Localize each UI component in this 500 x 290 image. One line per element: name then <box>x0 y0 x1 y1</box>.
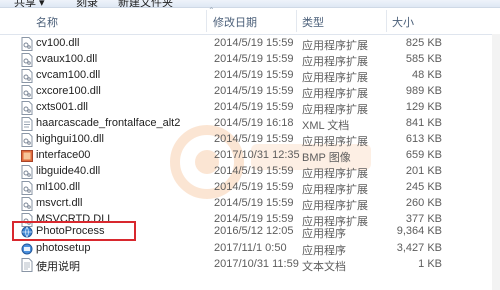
file-type: 文本文档 <box>302 261 346 273</box>
file-date: 2014/5/19 15:59 <box>214 133 294 145</box>
column-divider[interactable] <box>296 10 297 32</box>
file-date: 2014/5/19 15:59 <box>214 101 294 113</box>
file-name: photosetup <box>36 242 91 254</box>
column-divider[interactable] <box>386 10 387 32</box>
burn-button[interactable]: 刻录 <box>76 0 98 7</box>
highlight-box <box>12 221 136 241</box>
file-date: 2014/5/19 15:59 <box>214 197 294 209</box>
file-size: 260 KB <box>405 197 442 209</box>
column-divider[interactable] <box>206 10 207 32</box>
list-item[interactable]: 使用说明 2017/10/31 11:59 文本文档 1 KB <box>0 257 500 273</box>
file-name: interface00 <box>36 149 91 161</box>
file-type: 应用程序扩展 <box>302 104 368 116</box>
dll-file-icon <box>21 197 33 211</box>
dll-file-icon <box>21 37 33 51</box>
file-size: 613 KB <box>405 133 442 145</box>
file-date: 2014/5/19 15:59 <box>214 37 294 49</box>
file-size: 201 KB <box>405 165 442 177</box>
dll-file-icon <box>21 85 33 99</box>
file-type: BMP 图像 <box>302 152 351 164</box>
file-type: 应用程序 <box>302 245 346 257</box>
file-date: 2014/5/19 15:59 <box>214 165 294 177</box>
file-date: 2017/11/1 0:50 <box>214 242 287 254</box>
list-item[interactable]: haarcascade_frontalface_alt2 2014/5/19 1… <box>0 116 500 132</box>
file-size: 585 KB <box>405 53 442 65</box>
dll-file-icon <box>21 165 33 179</box>
file-date: 2017/10/31 11:59 <box>214 258 299 270</box>
file-name: 使用说明 <box>36 261 80 273</box>
file-date: 2014/5/19 15:59 <box>214 69 294 81</box>
list-item[interactable]: cxcore100.dll 2014/5/19 15:59 应用程序扩展 989… <box>0 84 500 100</box>
dll-file-icon <box>21 69 33 83</box>
column-size[interactable]: 大小 <box>392 14 414 30</box>
file-name: cv100.dll <box>36 37 80 49</box>
file-type: 应用程序扩展 <box>302 56 368 68</box>
file-type: 应用程序扩展 <box>302 168 368 180</box>
column-name[interactable]: 名称 <box>36 14 58 30</box>
column-header: ⌃ 名称 修改日期 类型 大小 <box>0 6 500 35</box>
list-item[interactable]: cvcam100.dll 2014/5/19 15:59 应用程序扩展 48 K… <box>0 68 500 84</box>
toolbar: 共享 ▾ 刻录 新建文件夹 <box>0 0 500 8</box>
bmp-image-icon <box>21 150 33 162</box>
list-item[interactable]: cxts001.dll 2014/5/19 15:59 应用程序扩展 129 K… <box>0 100 500 116</box>
list-item[interactable]: libguide40.dll 2014/5/19 15:59 应用程序扩展 20… <box>0 164 500 180</box>
file-name: highgui100.dll <box>36 133 104 145</box>
vertical-scrollbar[interactable] <box>492 34 500 290</box>
file-name: ml100.dll <box>36 181 81 193</box>
file-size: 48 KB <box>412 69 442 81</box>
dll-file-icon <box>21 133 33 147</box>
file-name: cxts001.dll <box>36 101 88 113</box>
text-file-icon <box>21 258 33 272</box>
list-item[interactable]: ml100.dll 2014/5/19 15:59 应用程序扩展 245 KB <box>0 180 500 196</box>
file-size: 129 KB <box>405 101 442 113</box>
file-name: haarcascade_frontalface_alt2 <box>36 117 181 129</box>
file-type: XML 文档 <box>302 120 350 132</box>
file-name: cvcam100.dll <box>36 69 101 81</box>
file-type: 应用程序扩展 <box>302 200 368 212</box>
dll-file-icon <box>21 101 33 115</box>
file-type: 应用程序扩展 <box>302 88 368 100</box>
file-date: 2014/5/19 15:59 <box>214 53 294 65</box>
file-date: 2014/5/19 16:18 <box>214 117 294 129</box>
setup-app-icon <box>21 243 33 255</box>
file-size: 245 KB <box>405 181 442 193</box>
file-name: cxcore100.dll <box>36 85 101 97</box>
list-item[interactable]: photosetup 2017/11/1 0:50 应用程序 3,427 KB <box>0 241 500 257</box>
file-name: cvaux100.dll <box>36 53 98 65</box>
dll-file-icon <box>21 53 33 67</box>
dll-file-icon <box>21 181 33 195</box>
file-name: msvcrt.dll <box>36 197 83 209</box>
file-date: 2017/10/31 12:35 <box>214 149 300 161</box>
file-name: libguide40.dll <box>36 165 101 177</box>
file-size: 3,427 KB <box>396 242 442 254</box>
file-size: 989 KB <box>405 85 442 97</box>
file-type: 应用程序扩展 <box>302 72 368 84</box>
column-date[interactable]: 修改日期 <box>213 14 257 30</box>
file-size: 841 KB <box>405 117 442 129</box>
list-item[interactable]: msvcrt.dll 2014/5/19 15:59 应用程序扩展 260 KB <box>0 196 500 212</box>
file-date: 2014/5/19 15:59 <box>214 181 294 193</box>
file-date: 2014/5/19 15:59 <box>214 85 294 97</box>
file-size: 825 KB <box>405 37 442 49</box>
file-size: 9,364 KB <box>396 225 442 237</box>
share-menu[interactable]: 共享 ▾ <box>14 0 45 7</box>
file-size: 659 KB <box>405 149 442 161</box>
list-item[interactable]: interface00 2017/10/31 12:35 BMP 图像 659 … <box>0 148 500 164</box>
file-type: 应用程序扩展 <box>302 136 368 148</box>
list-item[interactable]: cvaux100.dll 2014/5/19 15:59 应用程序扩展 585 … <box>0 52 500 68</box>
xml-file-icon <box>21 117 33 131</box>
column-type[interactable]: 类型 <box>302 14 324 30</box>
list-item[interactable]: highgui100.dll 2014/5/19 15:59 应用程序扩展 61… <box>0 132 500 148</box>
list-item[interactable]: cv100.dll 2014/5/19 15:59 应用程序扩展 825 KB <box>0 36 500 52</box>
file-type: 应用程序扩展 <box>302 40 368 52</box>
file-type: 应用程序扩展 <box>302 184 368 196</box>
file-type: 应用程序 <box>302 228 346 240</box>
file-size: 1 KB <box>418 258 442 270</box>
file-date: 2016/5/12 12:05 <box>214 225 294 237</box>
new-folder-button[interactable]: 新建文件夹 <box>118 0 173 7</box>
